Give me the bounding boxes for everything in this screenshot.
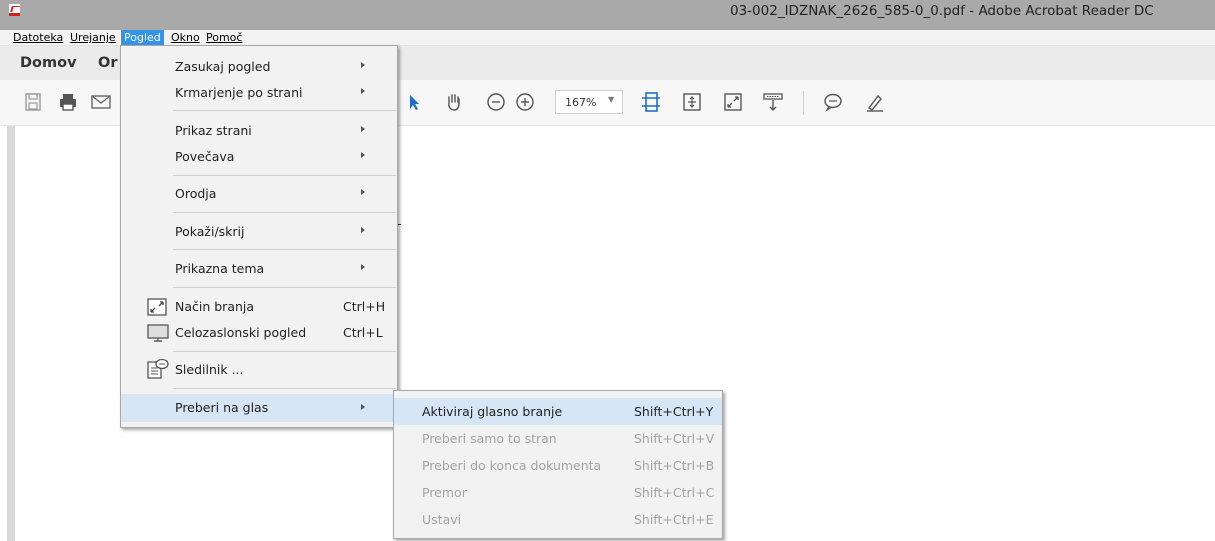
navigation-pane-strip[interactable] <box>7 126 15 541</box>
print-icon[interactable] <box>57 91 79 113</box>
submenu-arrow-icon <box>361 62 365 68</box>
toolbar-separator <box>803 91 804 115</box>
submenu-arrow-icon <box>361 404 365 410</box>
menu-bar: Datoteka Urejanje Pogled Okno Pomoč <box>0 30 1215 46</box>
menu-item-celozaslonski-pogled[interactable]: Celozaslonski pogled Ctrl+L <box>121 320 397 346</box>
submenu-item-preberi-samo-to-stran[interactable]: Preberi samo to stran Shift+Ctrl+V <box>394 425 722 452</box>
reading-mode-icon[interactable] <box>722 91 744 113</box>
menu-item-povecava[interactable]: Povečava <box>121 144 397 170</box>
shortcut-label: Ctrl+L <box>343 325 383 340</box>
menu-pogled[interactable]: Pogled <box>121 30 164 46</box>
zoom-level-value: 167% <box>565 96 597 109</box>
fit-page-icon[interactable] <box>640 91 662 113</box>
menu-separator <box>173 110 396 111</box>
zoom-in-icon[interactable] <box>514 91 536 113</box>
view-menu: Zasukaj pogled Krmarjenje po strani Prik… <box>120 45 398 428</box>
menu-separator <box>173 287 396 288</box>
menu-item-preberi-na-glas[interactable]: Preberi na glas <box>121 394 397 422</box>
email-icon[interactable] <box>90 91 112 113</box>
menu-datoteka[interactable]: Datoteka <box>10 30 66 46</box>
shortcut-label: Shift+Ctrl+C <box>634 485 715 500</box>
fullscreen-monitor-icon <box>147 324 169 342</box>
menu-okno[interactable]: Okno <box>168 30 203 46</box>
shortcut-label: Ctrl+H <box>343 299 386 314</box>
submenu-item-premor[interactable]: Premor Shift+Ctrl+C <box>394 479 722 506</box>
menu-item-krmarjenje[interactable]: Krmarjenje po strani <box>121 80 397 106</box>
save-icon[interactable] <box>22 91 44 113</box>
menu-item-orodja[interactable]: Orodja <box>121 181 397 207</box>
submenu-arrow-icon <box>361 227 365 233</box>
menu-urejanje[interactable]: Urejanje <box>67 30 119 46</box>
tab-domov[interactable]: Domov <box>20 55 77 71</box>
read-aloud-submenu: Aktiviraj glasno branje Shift+Ctrl+Y Pre… <box>393 390 723 539</box>
select-cursor-icon[interactable] <box>403 91 425 113</box>
tracker-icon <box>147 358 169 379</box>
scroll-mode-icon[interactable] <box>762 91 784 113</box>
submenu-arrow-icon <box>361 126 365 132</box>
shortcut-label: Shift+Ctrl+B <box>634 458 715 473</box>
acrobat-app-icon[interactable] <box>9 4 20 16</box>
shortcut-label: Shift+Ctrl+V <box>634 431 715 446</box>
menu-separator <box>173 249 396 250</box>
fit-width-icon[interactable] <box>681 91 703 113</box>
menu-separator <box>173 175 396 176</box>
highlight-pen-icon[interactable] <box>864 91 886 113</box>
window-title: 03-002_IDZNAK_2626_585-0_0.pdf - Adobe A… <box>730 3 1154 19</box>
menu-item-nacin-branja[interactable]: Način branja Ctrl+H <box>121 294 397 320</box>
submenu-arrow-icon <box>361 88 365 94</box>
submenu-arrow-icon <box>361 189 365 195</box>
chevron-down-icon: ▼ <box>608 95 615 104</box>
tab-orodja[interactable]: Or <box>98 55 117 71</box>
shortcut-label: Shift+Ctrl+Y <box>634 404 714 419</box>
submenu-item-ustavi[interactable]: Ustavi Shift+Ctrl+E <box>394 506 722 533</box>
menu-item-pokazi-skrij[interactable]: Pokaži/skrij <box>121 219 397 245</box>
submenu-item-preberi-do-konca[interactable]: Preberi do konca dokumenta Shift+Ctrl+B <box>394 452 722 479</box>
shortcut-label: Shift+Ctrl+E <box>634 512 714 527</box>
menu-pomoc[interactable]: Pomoč <box>203 30 245 46</box>
menu-separator <box>173 212 396 213</box>
zoom-level-select[interactable]: 167% ▼ <box>555 90 623 114</box>
menu-separator <box>173 351 396 352</box>
menu-item-zasukaj-pogled[interactable]: Zasukaj pogled <box>121 54 397 80</box>
hand-tool-icon[interactable] <box>443 91 465 113</box>
menu-item-prikazna-tema[interactable]: Prikazna tema <box>121 256 397 282</box>
comment-icon[interactable] <box>822 91 844 113</box>
menu-item-sledilnik[interactable]: Sledilnik ... <box>121 357 397 383</box>
menu-item-prikaz-strani[interactable]: Prikaz strani <box>121 118 397 144</box>
title-bar: 03-002_IDZNAK_2626_585-0_0.pdf - Adobe A… <box>0 0 1215 30</box>
zoom-out-icon[interactable] <box>485 91 507 113</box>
submenu-arrow-icon <box>361 264 365 270</box>
menu-separator <box>173 388 396 389</box>
submenu-item-aktiviraj-glasno-branje[interactable]: Aktiviraj glasno branje Shift+Ctrl+Y <box>394 398 722 425</box>
reading-mode-icon <box>147 298 167 316</box>
submenu-arrow-icon <box>361 152 365 158</box>
